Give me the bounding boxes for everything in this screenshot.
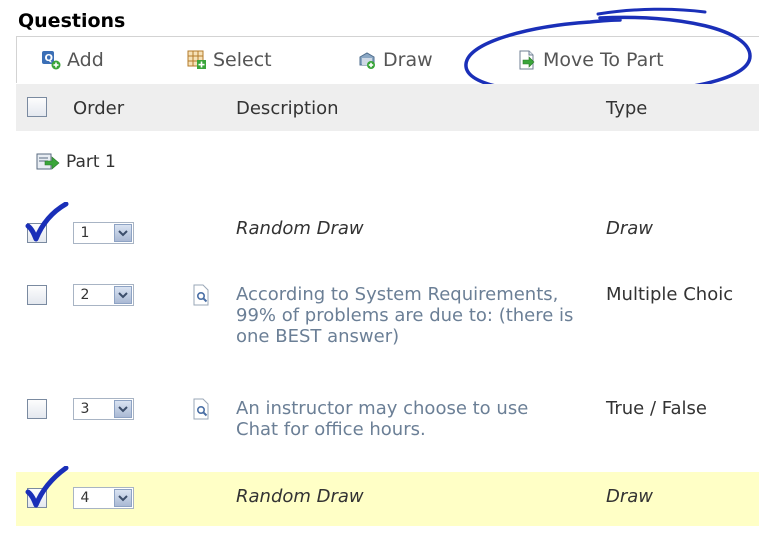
order-select[interactable]: 3 — [73, 398, 134, 420]
draw-button-label: Draw — [383, 49, 433, 71]
chevron-down-icon — [114, 489, 132, 507]
add-button-label: Add — [67, 49, 104, 71]
part-icon — [36, 153, 60, 170]
section-title: Questions — [18, 10, 126, 32]
draw-icon — [359, 52, 375, 69]
part-label[interactable]: Part 1 — [66, 152, 116, 172]
table-row: 2 According to System Requirements, 99% … — [16, 272, 759, 384]
row-checkbox[interactable] — [27, 488, 47, 508]
move-to-part-button-label: Move To Part — [543, 49, 664, 71]
table-row: 3 An instructor may choose to use Chat f… — [16, 386, 759, 460]
question-description: Random Draw — [236, 486, 364, 507]
preview-icon[interactable] — [192, 398, 210, 420]
question-description: Random Draw — [236, 218, 364, 239]
questions-toolbar: Q Add Select Draw Move To Part — [16, 36, 759, 83]
question-description-link[interactable]: According to System Requirements, 99% of… — [236, 284, 576, 347]
select-table-icon — [187, 50, 206, 69]
table-row: 1 Random Draw Draw — [16, 210, 759, 260]
order-select[interactable]: 2 — [73, 284, 134, 306]
question-type: Draw — [606, 218, 654, 239]
order-value: 2 — [80, 287, 90, 303]
chevron-down-icon — [114, 224, 132, 242]
order-value: 4 — [80, 490, 90, 506]
order-value: 3 — [80, 401, 90, 417]
select-all-checkbox[interactable] — [27, 97, 47, 117]
order-column-header[interactable]: Order — [73, 98, 124, 119]
chevron-down-icon — [114, 400, 132, 418]
row-checkbox[interactable] — [27, 223, 47, 243]
order-select[interactable]: 4 — [73, 487, 134, 509]
draw-button[interactable]: Draw — [357, 49, 433, 71]
description-column-header[interactable]: Description — [236, 98, 339, 119]
move-to-part-icon — [519, 50, 535, 70]
preview-icon[interactable] — [192, 284, 210, 306]
table-header: Order Description Type — [16, 84, 759, 131]
part-row: Part 1 — [36, 152, 116, 172]
row-checkbox[interactable] — [27, 285, 47, 305]
svg-text:Q: Q — [45, 53, 54, 64]
add-question-icon: Q — [42, 51, 61, 70]
order-select[interactable]: 1 — [73, 222, 134, 244]
questions-page: Questions Q Add Select Draw Move To Part… — [0, 0, 759, 537]
table-row-highlighted: 4 Random Draw Draw — [16, 472, 759, 526]
order-value: 1 — [80, 225, 90, 241]
type-column-header[interactable]: Type — [606, 98, 647, 119]
chevron-down-icon — [114, 286, 132, 304]
add-button[interactable]: Q Add — [41, 49, 104, 71]
row-checkbox[interactable] — [27, 399, 47, 419]
question-type: True / False — [606, 398, 707, 419]
move-to-part-button[interactable]: Move To Part — [517, 49, 664, 71]
select-button[interactable]: Select — [187, 49, 272, 71]
question-type: Draw — [606, 486, 654, 507]
question-type: Multiple Choic — [606, 284, 734, 305]
question-description-link[interactable]: An instructor may choose to use Chat for… — [236, 398, 576, 440]
select-button-label: Select — [213, 49, 272, 71]
